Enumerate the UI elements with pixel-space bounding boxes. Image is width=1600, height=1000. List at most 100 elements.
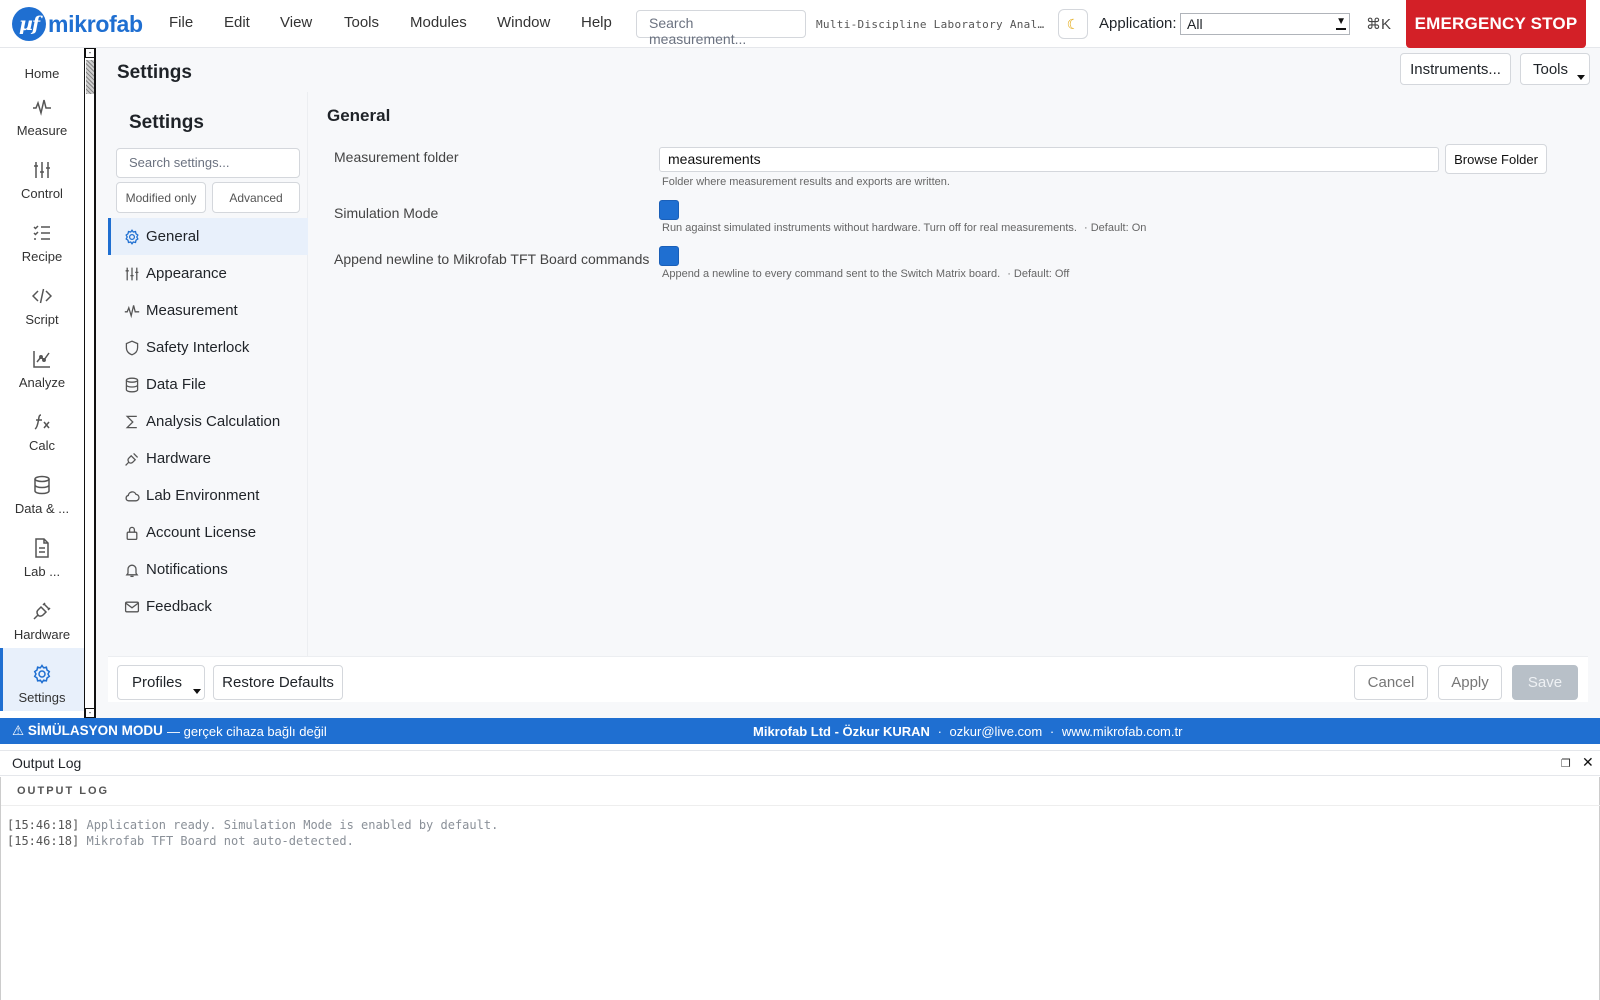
section-title: General	[327, 106, 391, 125]
settings-nav-lab-environment[interactable]: Lab Environment	[108, 477, 308, 514]
separator: ·	[1049, 724, 1055, 739]
rail-item-label: Measure	[16, 123, 68, 138]
contact-email[interactable]: ozkur@live.com	[950, 724, 1043, 739]
rail-item-analyze[interactable]: Analyze	[0, 333, 84, 396]
emergency-stop-button[interactable]: EMERGENCY STOP	[1406, 0, 1586, 48]
cancel-button[interactable]: Cancel	[1354, 665, 1428, 700]
log-message: Mikrofab TFT Board not auto-detected.	[86, 834, 354, 848]
settings-nav-label: General	[146, 228, 200, 245]
settings-footer: Profiles Restore Defaults Cancel Apply S…	[108, 656, 1588, 702]
rail-item-measure[interactable]: Measure	[0, 81, 84, 144]
rail-item-label: Lab ...	[23, 564, 61, 579]
tools-button[interactable]: Tools	[1520, 53, 1590, 85]
float-window-icon[interactable]: ❐	[1561, 757, 1571, 770]
waveform-icon	[124, 304, 140, 318]
rail-item-settings[interactable]: Settings	[0, 648, 84, 711]
code-icon	[32, 288, 52, 304]
output-log-panel: OUTPUT LOG [15:46:18] Application ready.…	[0, 777, 1600, 1000]
waveform-icon	[33, 99, 51, 116]
menu-view[interactable]: View	[280, 14, 312, 31]
sliders-icon	[34, 162, 50, 178]
scroll-down-button[interactable]: -	[85, 708, 95, 718]
settings-nav-data-file[interactable]: Data File	[108, 366, 308, 403]
settings-nav: Settings Search settings... Modified onl…	[108, 92, 308, 656]
menu-window[interactable]: Window	[497, 14, 550, 31]
rail-item-lab[interactable]: Lab ...	[0, 522, 84, 585]
function-icon	[34, 414, 50, 430]
caret-down-icon	[193, 689, 201, 694]
rail-scrollbar[interactable]: - -	[84, 48, 96, 718]
append-newline-checkbox[interactable]	[659, 246, 679, 266]
modified-only-filter[interactable]: Modified only	[116, 182, 206, 213]
rail-item-label: Settings	[18, 690, 66, 705]
settings-nav-feedback[interactable]: Feedback	[108, 588, 308, 625]
rail-item-data[interactable]: Data & ...	[0, 459, 84, 522]
rail-item-label: Data & ...	[14, 501, 70, 516]
settings-nav-analysis-calculation[interactable]: Analysis Calculation	[108, 403, 308, 440]
settings-nav-general[interactable]: General	[108, 218, 308, 255]
separator: ·	[937, 724, 942, 739]
rail-item-home[interactable]: Home	[0, 24, 84, 87]
profiles-button[interactable]: Profiles	[117, 665, 205, 700]
settings-nav-measurement[interactable]: Measurement	[108, 292, 308, 329]
theme-toggle-button[interactable]: ☾	[1058, 9, 1088, 39]
instruments-button[interactable]: Instruments...	[1400, 53, 1511, 85]
bell-icon	[125, 564, 139, 577]
rail-item-hardware[interactable]: Hardware	[0, 585, 84, 648]
append-newline-hint-text: Append a newline to every command sent t…	[662, 268, 1001, 280]
settings-nav-hardware[interactable]: Hardware	[108, 440, 308, 477]
rail-item-label: Recipe	[21, 249, 63, 264]
settings-nav-label: Measurement	[146, 302, 238, 319]
settings-nav-label: Safety Interlock	[146, 339, 250, 356]
command-palette-shortcut[interactable]: ⌘K	[1366, 15, 1391, 33]
simulation-mode-hint: Run against simulated instruments withou…	[662, 222, 1146, 234]
settings-nav-safety-interlock[interactable]: Safety Interlock	[108, 329, 308, 366]
save-button[interactable]: Save	[1512, 665, 1578, 700]
rail-item-script[interactable]: Script	[0, 270, 84, 333]
menu-modules[interactable]: Modules	[410, 14, 467, 31]
profiles-button-label: Profiles	[132, 674, 183, 691]
settings-search-input[interactable]: Search settings...	[116, 148, 300, 178]
settings-title: Settings	[129, 112, 204, 133]
scroll-up-button[interactable]: -	[85, 48, 95, 58]
simulation-badge: ⚠ SİMÜLASYON MODU	[12, 723, 163, 738]
search-input[interactable]: Search measurement...	[636, 10, 806, 47]
close-icon[interactable]: ✕	[1582, 754, 1594, 771]
plug-icon	[33, 602, 51, 620]
menubar: µf mikrofab File Edit View Tools Modules…	[0, 0, 1600, 48]
advanced-filter[interactable]: Advanced	[212, 182, 300, 213]
apply-button[interactable]: Apply	[1438, 665, 1502, 700]
log-message: Application ready. Simulation Mode is en…	[86, 818, 499, 832]
rail-item-control[interactable]: Control	[0, 144, 84, 207]
rail-item-label: Script	[25, 312, 59, 327]
scrollbar-thumb[interactable]	[86, 60, 94, 94]
rail-item-calc[interactable]: Calc	[0, 396, 84, 459]
chevron-down-icon: ▼	[1336, 16, 1346, 30]
restore-defaults-button[interactable]: Restore Defaults	[213, 665, 343, 700]
browse-folder-button[interactable]: Browse Folder	[1445, 144, 1547, 174]
output-log-dock-header: Output Log ❐ ✕	[0, 750, 1600, 776]
settings-nav-label: Analysis Calculation	[146, 413, 281, 430]
append-newline-default: · Default: Off	[1007, 268, 1070, 280]
simulation-mode-label: Simulation Mode	[334, 205, 439, 221]
rail-item-recipe[interactable]: Recipe	[0, 207, 84, 270]
simulation-mode-checkbox[interactable]	[659, 200, 679, 220]
cloud-icon	[125, 490, 140, 501]
menu-help[interactable]: Help	[581, 14, 612, 31]
menu-edit[interactable]: Edit	[224, 14, 250, 31]
chart-icon	[33, 351, 50, 368]
divider	[1, 805, 1600, 806]
status-bar: ⚠ SİMÜLASYON MODU — gerçek cihaza bağlı …	[0, 718, 1600, 744]
measurement-folder-input[interactable]: measurements	[659, 147, 1439, 172]
list-icon	[33, 225, 50, 240]
log-line: [15:46:18] Application ready. Simulation…	[7, 818, 498, 832]
website-link[interactable]: www.mikrofab.com.tr	[1062, 724, 1183, 739]
settings-nav-account-license[interactable]: Account License	[108, 514, 308, 551]
menu-tools[interactable]: Tools	[344, 14, 379, 31]
settings-nav-notifications[interactable]: Notifications	[108, 551, 308, 588]
settings-nav-appearance[interactable]: Appearance	[108, 255, 308, 292]
simulation-mode-default: · Default: On	[1084, 222, 1147, 234]
menu-file[interactable]: File	[169, 14, 193, 31]
settings-nav-label: Appearance	[146, 265, 227, 282]
application-select[interactable]: All ▼	[1180, 13, 1350, 35]
